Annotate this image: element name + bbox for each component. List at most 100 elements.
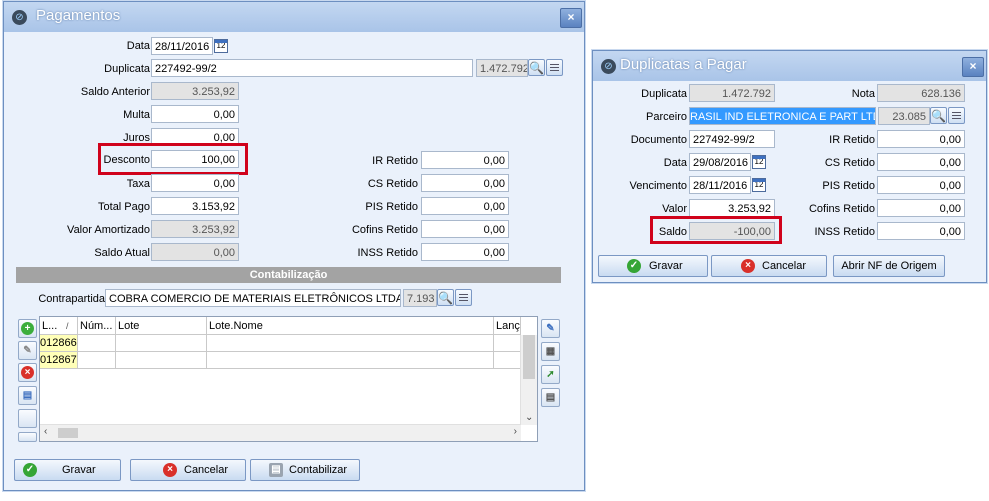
- parceiro-code: 23.085: [878, 107, 930, 125]
- saldo-highlight: [650, 216, 782, 244]
- vencimento-field[interactable]: 28/11/2016: [689, 176, 751, 194]
- search-icon[interactable]: 🔍: [930, 107, 947, 124]
- calendar-icon[interactable]: 12: [752, 155, 766, 169]
- horizontal-scrollbar[interactable]: ‹ ›: [40, 424, 521, 441]
- documento-label: Documento: [630, 134, 687, 146]
- cofins-retido-label: Cofins Retido: [351, 224, 418, 236]
- table-icon[interactable]: ▦: [541, 342, 560, 361]
- grid-cell[interactable]: 012866: [40, 335, 78, 352]
- duplicata-label: Duplicata: [641, 88, 687, 100]
- duplicata-code: 1.472.792: [476, 59, 528, 77]
- gravar-button[interactable]: ✓ Gravar: [14, 459, 121, 481]
- pis-retido-field[interactable]: 0,00: [877, 176, 965, 194]
- chevron-down-icon[interactable]: ⌄: [525, 412, 533, 423]
- cs-retido-label: CS Retido: [367, 178, 418, 190]
- inss-retido-field[interactable]: 0,00: [421, 243, 509, 261]
- calendar-icon[interactable]: 12: [214, 39, 228, 53]
- print-icon[interactable]: ▤: [541, 388, 560, 407]
- valor-field[interactable]: 3.253,92: [689, 199, 775, 217]
- close-button[interactable]: ×: [560, 8, 582, 28]
- grid-cell[interactable]: [116, 335, 207, 352]
- inss-retido-field[interactable]: 0,00: [877, 222, 965, 240]
- vencimento-label: Vencimento: [629, 180, 687, 192]
- data-field[interactable]: 29/08/2016: [689, 153, 751, 171]
- taxa-label: Taxa: [126, 178, 150, 190]
- total-pago-field[interactable]: 3.153,92: [151, 197, 239, 215]
- cofins-retido-field[interactable]: 0,00: [877, 199, 965, 217]
- check-icon: ✓: [23, 463, 37, 477]
- inss-retido-label: INSS Retido: [814, 226, 875, 238]
- contrapartida-field[interactable]: COBRA COMERCIO DE MATERIAIS ELETRÔNICOS …: [105, 289, 401, 307]
- valor-amortizado-field: 3.253,92: [151, 220, 239, 238]
- saldo-atual-field: 0,00: [151, 243, 239, 261]
- close-button[interactable]: ×: [962, 57, 984, 77]
- nota-label: Nota: [851, 88, 875, 100]
- grid-cell[interactable]: [78, 335, 116, 352]
- list-icon[interactable]: [546, 59, 563, 76]
- grid-header[interactable]: Lote.Nome: [207, 317, 494, 335]
- cs-retido-field[interactable]: 0,00: [877, 153, 965, 171]
- tools-icon[interactable]: ✎: [541, 319, 560, 338]
- calendar-icon[interactable]: 12: [752, 178, 766, 192]
- export-icon[interactable]: ➚: [541, 365, 560, 384]
- documento-field[interactable]: 227492-99/2: [689, 130, 775, 148]
- add-icon[interactable]: +: [18, 319, 37, 338]
- cs-retido-field[interactable]: 0,00: [421, 174, 509, 192]
- saldo-anterior-label: Saldo Anterior: [80, 86, 150, 98]
- grid-header[interactable]: Lanç...: [494, 317, 521, 335]
- list-icon[interactable]: [948, 107, 965, 124]
- grid-cell[interactable]: [207, 352, 494, 369]
- grid-cell[interactable]: [207, 335, 494, 352]
- chevron-left-icon[interactable]: ‹: [44, 426, 47, 437]
- window-icon[interactable]: ▤: [18, 386, 37, 405]
- grid-header[interactable]: Lote: [116, 317, 207, 335]
- window-icon[interactable]: [18, 432, 37, 442]
- scroll-thumb[interactable]: [523, 335, 535, 379]
- gravar-button[interactable]: ✓ Gravar: [598, 255, 708, 277]
- ir-retido-field[interactable]: 0,00: [421, 151, 509, 169]
- data-field[interactable]: 28/11/2016: [151, 37, 213, 55]
- cofins-retido-field[interactable]: 0,00: [421, 220, 509, 238]
- chevron-right-icon[interactable]: ›: [514, 426, 517, 437]
- taxa-field[interactable]: 0,00: [151, 174, 239, 192]
- pagamentos-titlebar[interactable]: ⊘ Pagamentos ×: [4, 2, 584, 32]
- abrir-nf-origem-button[interactable]: Abrir NF de Origem: [833, 255, 945, 277]
- edit-icon[interactable]: ✎: [18, 341, 37, 360]
- grid-cell[interactable]: [494, 352, 521, 369]
- duplicata-field[interactable]: 227492-99/2: [151, 59, 473, 77]
- pagamentos-window: ⊘ Pagamentos × Data 28/11/2016 12 Duplic…: [3, 1, 585, 491]
- desconto-highlight: [98, 143, 248, 175]
- cancelar-button[interactable]: × Cancelar: [130, 459, 246, 481]
- search-icon[interactable]: 🔍: [528, 59, 545, 76]
- cofins-retido-label: Cofins Retido: [808, 203, 875, 215]
- scroll-thumb[interactable]: [58, 428, 78, 438]
- grid-header[interactable]: Núm...: [78, 317, 116, 335]
- grid-cell[interactable]: [116, 352, 207, 369]
- lancamentos-grid[interactable]: L.../ Núm... Lote Lote.Nome Lanç... 0128…: [39, 316, 538, 442]
- contabilizar-button[interactable]: ▤ Contabilizar: [250, 459, 360, 481]
- cancelar-button[interactable]: × Cancelar: [711, 255, 827, 277]
- pis-retido-field[interactable]: 0,00: [421, 197, 509, 215]
- multa-label: Multa: [123, 109, 150, 121]
- vertical-scrollbar[interactable]: ⌄: [520, 335, 537, 425]
- grid-cell[interactable]: 012867: [40, 352, 78, 369]
- grid-cell[interactable]: [78, 352, 116, 369]
- data-label: Data: [663, 157, 687, 169]
- ir-retido-field[interactable]: 0,00: [877, 130, 965, 148]
- duplicatas-window: ⊘ Duplicatas a Pagar × Duplicata 1.472.7…: [592, 50, 987, 283]
- blank-icon[interactable]: [18, 409, 37, 428]
- contrapartida-code: 7.193: [403, 289, 437, 307]
- duplicatas-titlebar[interactable]: ⊘ Duplicatas a Pagar ×: [593, 51, 986, 81]
- saldo-atual-label: Saldo Atual: [94, 247, 150, 259]
- grid-header[interactable]: L... /: [40, 317, 78, 335]
- cancel-icon: ×: [163, 463, 177, 477]
- parceiro-field[interactable]: RASIL IND ELETRONICA E PART LTDA: [689, 107, 876, 125]
- search-icon[interactable]: 🔍: [437, 289, 454, 306]
- duplicatas-title: Duplicatas a Pagar: [620, 56, 747, 73]
- multa-field[interactable]: 0,00: [151, 105, 239, 123]
- delete-icon[interactable]: ×: [18, 363, 37, 382]
- list-icon[interactable]: [455, 289, 472, 306]
- valor-amortizado-label: Valor Amortizado: [67, 224, 150, 236]
- grid-cell[interactable]: [494, 335, 521, 352]
- contabilizacao-header: Contabilização: [16, 267, 561, 283]
